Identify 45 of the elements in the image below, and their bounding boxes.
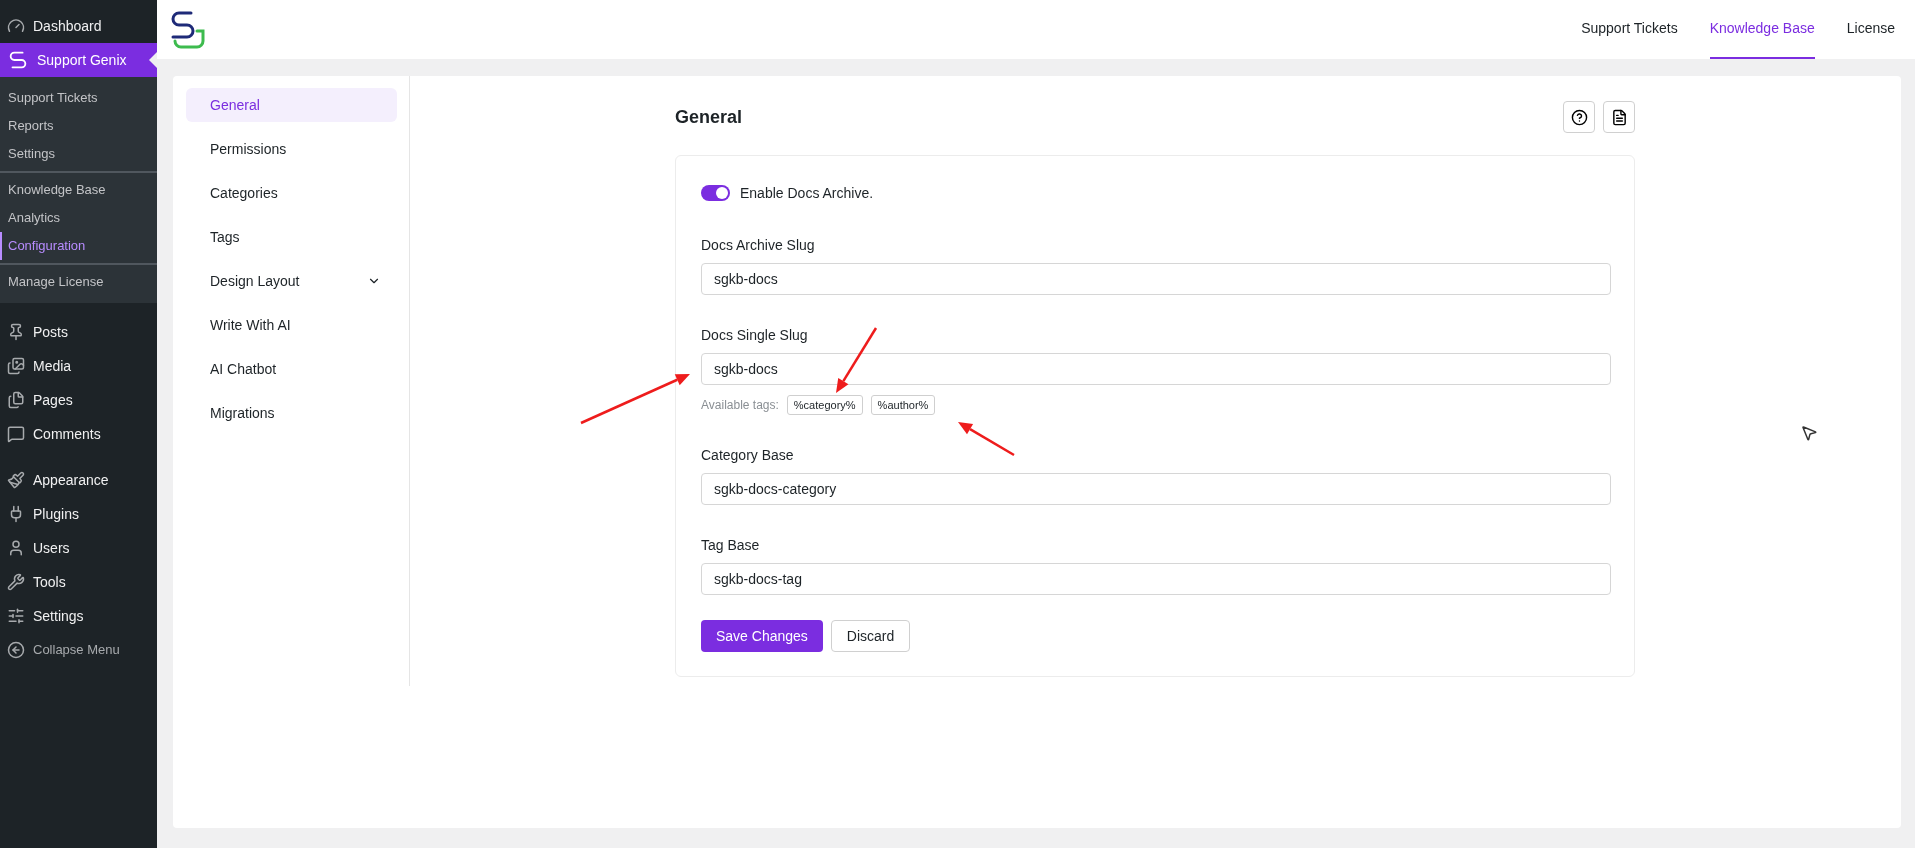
text-input[interactable]: sgkb-docs [701,263,1611,295]
header-tab[interactable]: Support Tickets [1581,0,1678,59]
submenu-item[interactable]: Reports [0,112,157,140]
header-tab[interactable]: License [1846,0,1895,59]
settings-nav-item[interactable]: AI Chatbot [186,352,397,386]
submenu-item[interactable]: Manage License [0,268,157,296]
settings-nav-item[interactable]: Migrations [186,396,397,430]
settings-nav-item[interactable]: General [186,88,397,122]
field-label: Tag Base [701,536,761,555]
field-label: Docs Single Slug [701,326,809,345]
admin-menu-item[interactable]: Settings [0,599,157,633]
tag-chip[interactable]: %category% [786,395,863,415]
text-input[interactable]: sgkb-docs [701,353,1611,385]
discard-button[interactable]: Discard [830,620,911,652]
settings-nav-item[interactable]: Categories [186,176,397,210]
submenu-item[interactable]: Knowledge Base [0,176,157,204]
admin-menu-item[interactable]: Dashboard [0,9,157,43]
submenu-item[interactable]: Analytics [0,204,157,232]
settings-nav-item[interactable]: Permissions [186,132,397,166]
admin-menu-item[interactable]: Support Genix [0,43,157,77]
admin-menu-item[interactable]: Users [0,531,157,565]
text-input[interactable]: sgkb-docs-tag [701,563,1611,595]
collapse-menu-button[interactable]: Collapse Menu [0,633,157,667]
field-label: Category Base [701,446,795,465]
admin-menu-item[interactable]: Posts [0,315,157,349]
settings-nav-item[interactable]: Tags [186,220,397,254]
settings-nav-item[interactable]: Write With AI [186,308,397,342]
section-title: General [675,105,743,129]
submenu-item[interactable]: Support Tickets [0,84,157,112]
toggle-label: Enable Docs Archive. [740,183,874,203]
admin-menu-item[interactable]: Pages [0,383,157,417]
admin-menu-item[interactable]: Tools [0,565,157,599]
field-label: Docs Archive Slug [701,236,816,255]
admin-menu-item[interactable]: Plugins [0,497,157,531]
tag-chip[interactable]: %author% [870,395,936,415]
text-input[interactable]: sgkb-docs-category [701,473,1611,505]
header-tab[interactable]: Knowledge Base [1709,0,1815,59]
admin-menu-item[interactable]: Appearance [0,463,157,497]
available-tags-label: Available tags: [701,397,779,414]
admin-menu-item[interactable]: Comments [0,417,157,451]
submenu-item[interactable]: Configuration [0,232,157,260]
admin-menu-item[interactable]: Media [0,349,157,383]
submenu-item[interactable]: Settings [0,140,157,168]
settings-nav-item[interactable]: Design Layout [186,264,397,298]
save-button[interactable]: Save Changes [701,620,823,652]
